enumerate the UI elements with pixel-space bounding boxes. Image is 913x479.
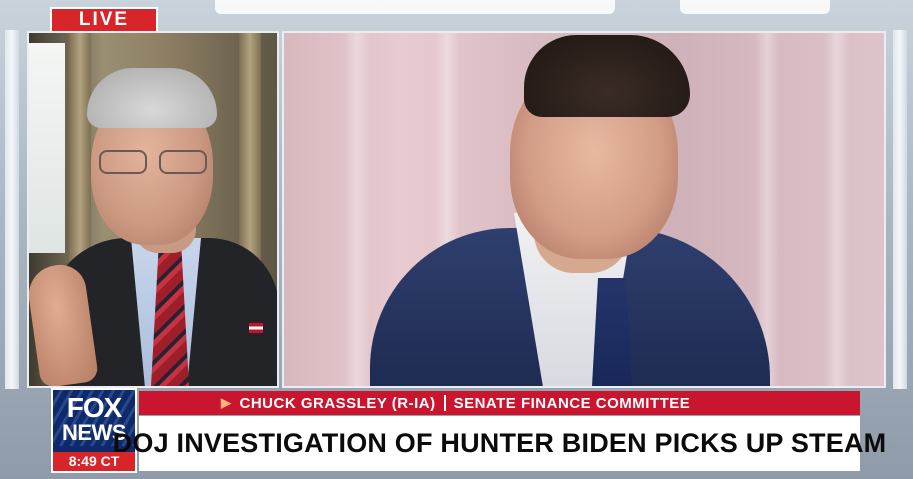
- flag-pin-icon: [249, 323, 263, 333]
- subject-tie: [592, 278, 632, 386]
- curtain-fold: [344, 33, 370, 386]
- studio-column: [5, 30, 19, 389]
- office-window: [29, 43, 65, 253]
- guest-hair: [87, 68, 217, 128]
- ceiling-light: [215, 0, 615, 14]
- headline-text: DOJ INVESTIGATION OF HUNTER BIDEN PICKS …: [112, 428, 887, 458]
- ceiling-light: [680, 0, 830, 14]
- curtain-fold: [824, 33, 850, 386]
- subject-photo: [282, 31, 886, 388]
- subject-hair: [524, 35, 690, 117]
- play-arrow-icon: ▶: [221, 395, 232, 410]
- guest-video-feed: [27, 31, 279, 388]
- speaker-name-bar: ▶ CHUCK GRASSLEY (R-IA) SENATE FINANCE C…: [139, 391, 860, 415]
- live-label: LIVE: [78, 9, 130, 30]
- guest-glasses: [99, 150, 207, 174]
- live-badge: LIVE: [50, 7, 158, 33]
- speaker-name: CHUCK GRASSLEY (R-IA): [239, 394, 436, 412]
- speaker-role: SENATE FINANCE COMMITTEE: [453, 394, 691, 412]
- headline-bar: DOJ INVESTIGATION OF HUNTER BIDEN PICKS …: [113, 416, 886, 471]
- logo-fox-text: FOX: [66, 392, 123, 423]
- divider: [443, 395, 446, 411]
- studio-column: [893, 30, 907, 389]
